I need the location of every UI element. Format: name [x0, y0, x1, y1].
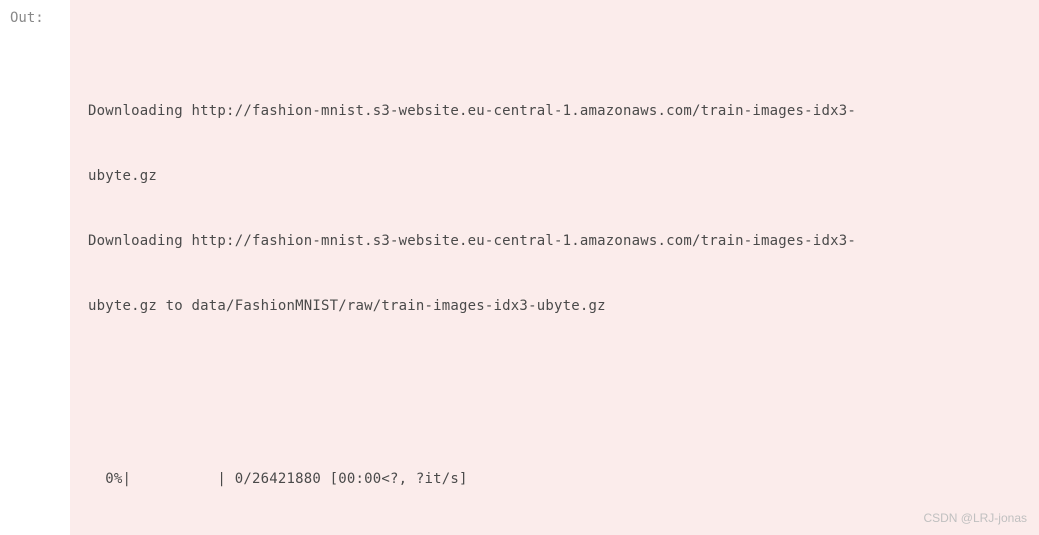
progress-line: 0%| | 0/26421880 [00:00<?, ?it/s]: [88, 469, 1023, 491]
watermark: CSDN @LRJ-jonas: [923, 511, 1027, 525]
header-line: ubyte.gz: [88, 166, 1023, 188]
header-line: ubyte.gz to data/FashionMNIST/raw/train-…: [88, 296, 1023, 318]
out-label: Out:: [0, 0, 70, 535]
output-block: Downloading http://fashion-mnist.s3-webs…: [70, 0, 1039, 535]
header-line: Downloading http://fashion-mnist.s3-webs…: [88, 101, 1023, 123]
download-header: Downloading http://fashion-mnist.s3-webs…: [88, 57, 1023, 361]
header-line: Downloading http://fashion-mnist.s3-webs…: [88, 231, 1023, 253]
output-container: Out: Downloading http://fashion-mnist.s3…: [0, 0, 1039, 535]
progress-block: 0%| | 0/26421880 [00:00<?, ?it/s] 0%| | …: [88, 425, 1023, 535]
